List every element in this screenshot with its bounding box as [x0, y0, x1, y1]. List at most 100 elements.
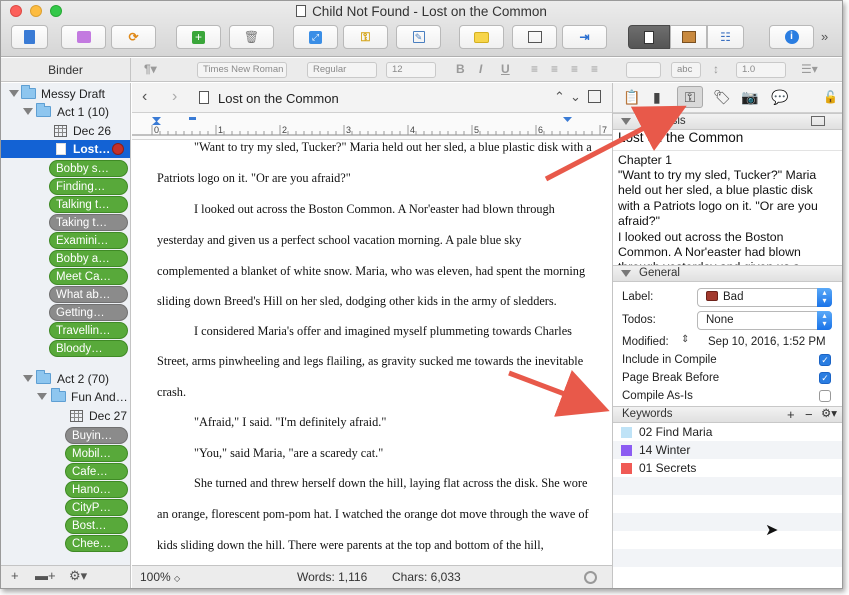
- keyword-row[interactable]: 01 Secrets: [613, 459, 842, 477]
- view-corkboard-button[interactable]: [670, 25, 707, 49]
- remove-keyword-icon[interactable]: −: [805, 407, 813, 422]
- next-document-icon[interactable]: ⌄: [570, 89, 581, 105]
- binder-item-scene[interactable]: Mobil…: [65, 445, 128, 462]
- comment-button[interactable]: [459, 25, 504, 49]
- binder-item-scene[interactable]: Bobby a…: [49, 250, 128, 267]
- add-keyword-icon[interactable]: +: [787, 407, 795, 422]
- synopsis-header[interactable]: Synopsis: [613, 113, 842, 130]
- keyword-row[interactable]: 02 Find Maria: [613, 423, 842, 441]
- compile-as-is-checkbox[interactable]: [819, 390, 831, 402]
- binder-item-scene[interactable]: Meet Ca…: [49, 268, 128, 285]
- font-style-select[interactable]: Regular: [307, 62, 377, 78]
- list-icon[interactable]: ☰▾: [801, 62, 818, 76]
- add-button[interactable]: +: [176, 25, 221, 49]
- import-button[interactable]: ⇥: [562, 25, 607, 49]
- quick-reference-button[interactable]: ⤢: [293, 25, 338, 49]
- comments-tab-icon[interactable]: 💬: [771, 89, 788, 106]
- binder-item-scene[interactable]: Cafe…: [65, 463, 128, 480]
- binder-item-scene[interactable]: Buyin…: [65, 427, 128, 444]
- modified-date-stepper-icon[interactable]: ⇕: [681, 334, 689, 345]
- include-in-compile-checkbox[interactable]: ✓: [819, 354, 831, 366]
- binder-item-act-2[interactable]: Act 2 (70): [1, 370, 130, 388]
- target-icon[interactable]: [584, 571, 597, 584]
- view-document-button[interactable]: [628, 25, 670, 49]
- disclosure-icon[interactable]: [23, 375, 33, 382]
- keyword-row[interactable]: 14 Winter: [613, 441, 842, 459]
- binder-item-scene[interactable]: CityP…: [65, 499, 128, 516]
- binder-item-scene[interactable]: Bobby s…: [49, 160, 128, 177]
- previous-document-icon[interactable]: ⌃: [554, 89, 565, 105]
- edit-button[interactable]: ✎: [396, 25, 441, 49]
- label-select[interactable]: Bad ▴ ▾: [697, 288, 832, 307]
- binder-item-lost-on-the-common[interactable]: Lost…: [1, 140, 130, 158]
- binder-item-scene[interactable]: Finding…: [49, 178, 128, 195]
- text-color-select[interactable]: [626, 62, 661, 78]
- gear-icon[interactable]: ⚙▾: [69, 568, 87, 584]
- binder-toggle-button[interactable]: [11, 25, 48, 49]
- add-item-icon[interactable]: +: [11, 568, 19, 583]
- binder-item-scene[interactable]: What ab…: [49, 286, 128, 303]
- add-folder-icon[interactable]: ▬+: [35, 568, 56, 583]
- synopsis-mode-icon[interactable]: [811, 116, 825, 126]
- document-view-icon: [644, 30, 654, 44]
- snapshot-tab-camera-icon[interactable]: 📷: [741, 89, 758, 106]
- binder-item-act-1[interactable]: Act 1 (10): [1, 103, 130, 121]
- binder-item-scene[interactable]: Hano…: [65, 481, 128, 498]
- trash-button[interactable]: 🗑: [229, 25, 274, 49]
- lock-icon[interactable]: 🔓: [823, 90, 838, 104]
- font-size-select[interactable]: 12: [386, 62, 436, 78]
- binder-item-scene[interactable]: Getting…: [49, 304, 128, 321]
- binder-item-dec-26[interactable]: Dec 26: [1, 122, 130, 140]
- sync-icon: ⟳: [128, 30, 139, 44]
- split-editor-icon[interactable]: [588, 90, 601, 103]
- disclosure-icon[interactable]: [9, 90, 19, 97]
- line-spacing-select[interactable]: 1.0: [736, 62, 786, 78]
- page-break-before-checkbox[interactable]: ✓: [819, 372, 831, 384]
- binder-item-messy-draft[interactable]: Messy Draft: [1, 85, 130, 103]
- align-center-icon[interactable]: ≡: [551, 62, 558, 76]
- notes-tab-icon[interactable]: 📋: [623, 89, 640, 106]
- ruler-tick-label: 6: [538, 125, 543, 135]
- binder-item-scene[interactable]: Examini…: [49, 232, 128, 249]
- italic-button[interactable]: I: [479, 62, 482, 76]
- synopsis-title[interactable]: Lost on the Common: [618, 130, 743, 145]
- binder-item-scene[interactable]: Chee…: [65, 535, 128, 552]
- keywords-button[interactable]: ⚿: [343, 25, 388, 49]
- highlight-select[interactable]: abc: [671, 62, 701, 78]
- align-justify-icon[interactable]: ≡: [591, 62, 598, 76]
- disclosure-icon[interactable]: [37, 393, 47, 400]
- disclosure-icon[interactable]: [621, 118, 631, 125]
- zoom-select[interactable]: 100% ◇: [140, 566, 180, 588]
- binder-item-scene[interactable]: Bost…: [65, 517, 128, 534]
- paragraph-style-icon[interactable]: ¶▾: [144, 62, 157, 76]
- align-left-icon[interactable]: ≡: [531, 62, 538, 76]
- disclosure-icon[interactable]: [23, 108, 33, 115]
- toolbar-overflow-icon[interactable]: »: [821, 29, 828, 44]
- binder-item-scene[interactable]: Bloody…: [49, 340, 128, 357]
- sync-button[interactable]: ⟳: [111, 25, 156, 49]
- layout-button[interactable]: [512, 25, 557, 49]
- binder-item-fun-and[interactable]: Fun And…: [1, 388, 130, 406]
- view-outliner-button[interactable]: ☷: [707, 25, 744, 49]
- keyword-gear-icon[interactable]: ⚙▾: [821, 407, 837, 422]
- bookmark-tab-icon[interactable]: ▮: [653, 89, 661, 106]
- font-family-select[interactable]: Times New Roman: [197, 62, 287, 78]
- binder-item-dec-27[interactable]: Dec 27: [1, 407, 130, 425]
- binder-item-scene[interactable]: Travellin…: [49, 322, 128, 339]
- binder-item-scene[interactable]: Talking t…: [49, 196, 128, 213]
- collections-button[interactable]: [61, 25, 106, 49]
- forward-arrow-icon[interactable]: ›: [172, 88, 177, 106]
- tag-tab-icon[interactable]: 🏷: [713, 89, 731, 106]
- bold-button[interactable]: B: [456, 62, 465, 76]
- disclosure-icon[interactable]: [621, 270, 631, 277]
- metadata-tab-key-icon[interactable]: ⚿: [677, 86, 703, 108]
- binder-item-scene[interactable]: Taking t…: [49, 214, 128, 231]
- back-arrow-icon[interactable]: ‹: [142, 88, 147, 106]
- corkboard-icon: [681, 31, 696, 43]
- info-button[interactable]: i: [769, 25, 814, 49]
- todos-select[interactable]: None ▴ ▾: [697, 311, 832, 330]
- editor-text-area[interactable]: "Want to try my sled, Tucker?" Maria hel…: [132, 140, 612, 565]
- general-header[interactable]: General: [613, 265, 842, 282]
- underline-button[interactable]: U: [501, 62, 510, 76]
- align-right-icon[interactable]: ≡: [571, 62, 578, 76]
